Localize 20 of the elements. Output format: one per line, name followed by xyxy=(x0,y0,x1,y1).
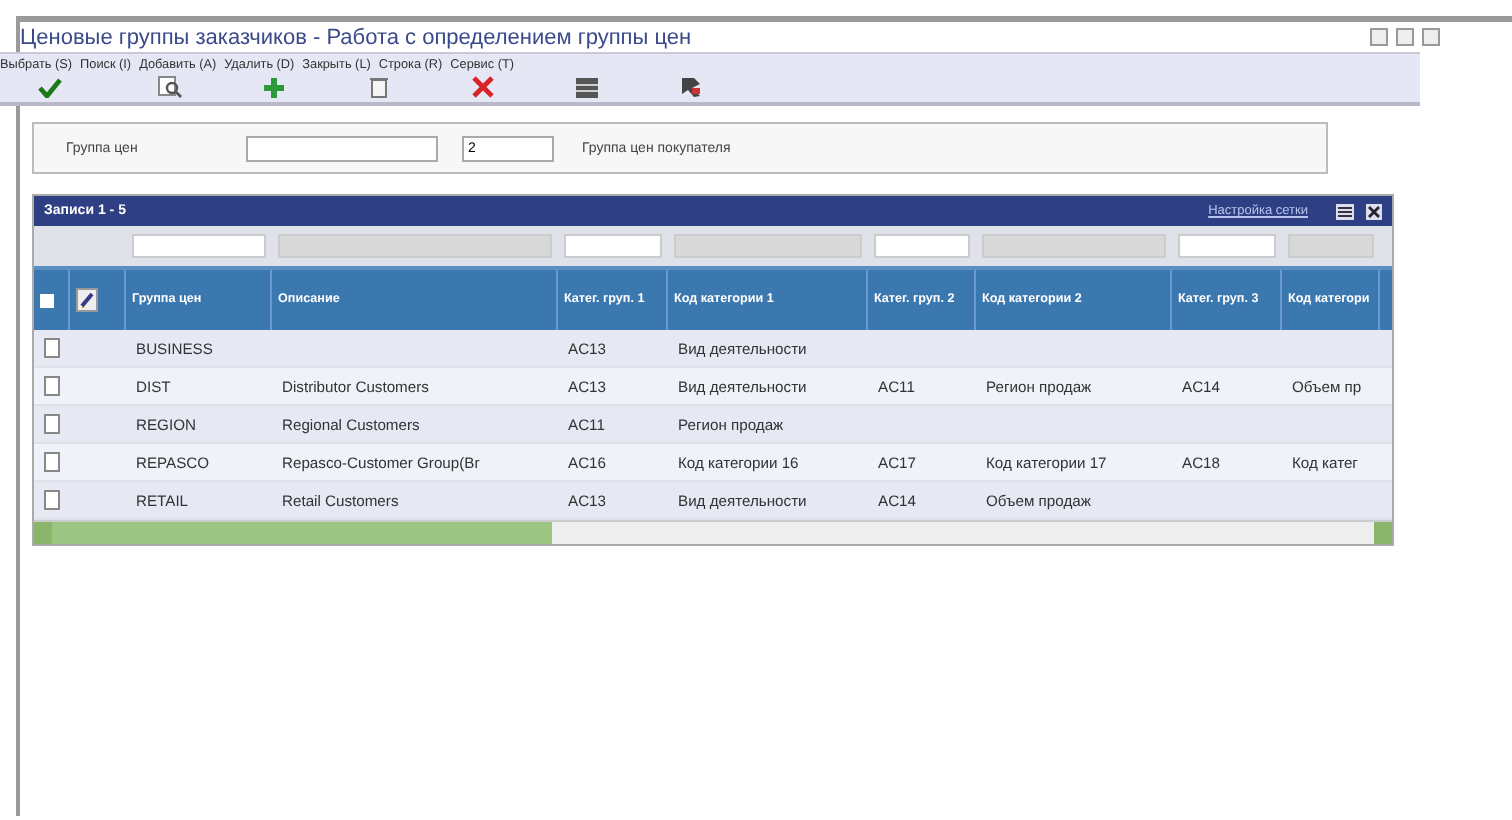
row-checkbox[interactable] xyxy=(44,452,60,472)
check-icon[interactable] xyxy=(38,77,62,97)
row-checkbox[interactable] xyxy=(44,376,60,396)
trash-icon[interactable] xyxy=(369,76,387,98)
edit-icon[interactable] xyxy=(76,288,98,312)
filter-field[interactable] xyxy=(874,234,970,258)
horizontal-scrollbar[interactable] xyxy=(34,520,1392,544)
window-title: Ценовые группы заказчиков - Работа с определением группы цен xyxy=(20,25,692,49)
select-all-checkbox[interactable] xyxy=(40,293,54,307)
table-icon[interactable] xyxy=(575,77,597,97)
filter-field[interactable] xyxy=(564,234,662,258)
add-icon[interactable] xyxy=(264,77,284,97)
input-field[interactable] xyxy=(246,135,438,161)
filter-field[interactable] xyxy=(132,234,266,258)
row-checkbox[interactable] xyxy=(44,338,60,358)
row-checkbox[interactable] xyxy=(44,490,60,510)
filter-field[interactable] xyxy=(1178,234,1276,258)
row-checkbox[interactable] xyxy=(44,414,60,434)
close-icon[interactable] xyxy=(1366,203,1382,219)
search-icon[interactable] xyxy=(158,76,182,98)
